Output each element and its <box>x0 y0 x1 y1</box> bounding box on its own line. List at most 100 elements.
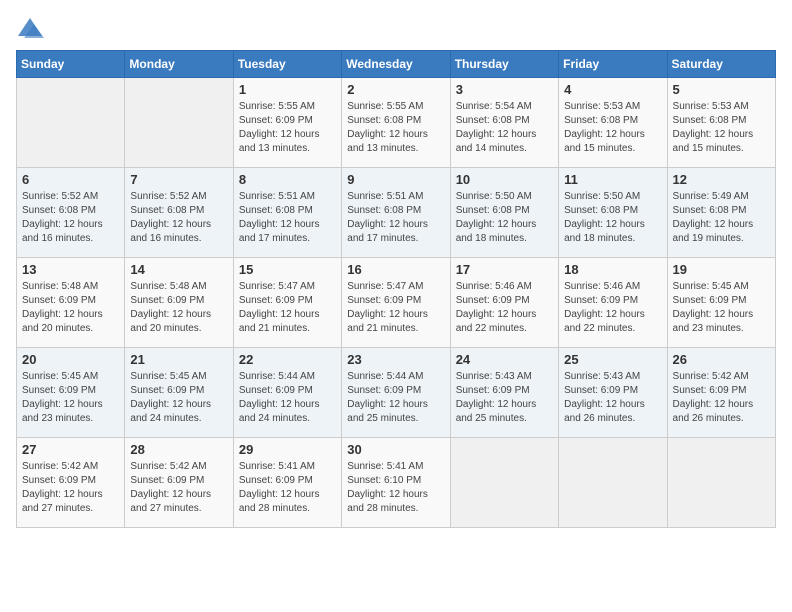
day-number: 7 <box>130 172 227 187</box>
calendar-cell: 29 Sunrise: 5:41 AMSunset: 6:09 PMDaylig… <box>233 438 341 528</box>
col-header-saturday: Saturday <box>667 51 775 78</box>
day-info: Sunrise: 5:46 AMSunset: 6:09 PMDaylight:… <box>564 280 661 336</box>
calendar-cell: 5 Sunrise: 5:53 AMSunset: 6:08 PMDayligh… <box>667 78 775 168</box>
day-number: 19 <box>673 262 770 277</box>
day-number: 24 <box>456 352 553 367</box>
header <box>16 16 776 40</box>
day-info: Sunrise: 5:51 AMSunset: 6:08 PMDaylight:… <box>347 190 444 246</box>
day-info: Sunrise: 5:42 AMSunset: 6:09 PMDaylight:… <box>130 460 227 516</box>
day-number: 27 <box>22 442 119 457</box>
day-number: 21 <box>130 352 227 367</box>
calendar-cell <box>667 438 775 528</box>
day-info: Sunrise: 5:47 AMSunset: 6:09 PMDaylight:… <box>239 280 336 336</box>
day-number: 9 <box>347 172 444 187</box>
day-number: 25 <box>564 352 661 367</box>
col-header-friday: Friday <box>559 51 667 78</box>
day-number: 18 <box>564 262 661 277</box>
day-number: 22 <box>239 352 336 367</box>
day-number: 28 <box>130 442 227 457</box>
calendar-cell: 26 Sunrise: 5:42 AMSunset: 6:09 PMDaylig… <box>667 348 775 438</box>
day-number: 12 <box>673 172 770 187</box>
day-info: Sunrise: 5:41 AMSunset: 6:09 PMDaylight:… <box>239 460 336 516</box>
day-info: Sunrise: 5:53 AMSunset: 6:08 PMDaylight:… <box>564 100 661 156</box>
day-info: Sunrise: 5:42 AMSunset: 6:09 PMDaylight:… <box>22 460 119 516</box>
day-info: Sunrise: 5:50 AMSunset: 6:08 PMDaylight:… <box>564 190 661 246</box>
day-info: Sunrise: 5:49 AMSunset: 6:08 PMDaylight:… <box>673 190 770 246</box>
logo-icon <box>16 16 44 40</box>
calendar-cell: 13 Sunrise: 5:48 AMSunset: 6:09 PMDaylig… <box>17 258 125 348</box>
day-info: Sunrise: 5:53 AMSunset: 6:08 PMDaylight:… <box>673 100 770 156</box>
day-info: Sunrise: 5:55 AMSunset: 6:09 PMDaylight:… <box>239 100 336 156</box>
calendar-cell: 20 Sunrise: 5:45 AMSunset: 6:09 PMDaylig… <box>17 348 125 438</box>
calendar-cell: 10 Sunrise: 5:50 AMSunset: 6:08 PMDaylig… <box>450 168 558 258</box>
day-info: Sunrise: 5:45 AMSunset: 6:09 PMDaylight:… <box>22 370 119 426</box>
col-header-sunday: Sunday <box>17 51 125 78</box>
calendar-cell: 19 Sunrise: 5:45 AMSunset: 6:09 PMDaylig… <box>667 258 775 348</box>
day-number: 2 <box>347 82 444 97</box>
calendar-cell: 11 Sunrise: 5:50 AMSunset: 6:08 PMDaylig… <box>559 168 667 258</box>
day-info: Sunrise: 5:43 AMSunset: 6:09 PMDaylight:… <box>564 370 661 426</box>
calendar-cell <box>17 78 125 168</box>
calendar-cell: 16 Sunrise: 5:47 AMSunset: 6:09 PMDaylig… <box>342 258 450 348</box>
calendar-cell: 18 Sunrise: 5:46 AMSunset: 6:09 PMDaylig… <box>559 258 667 348</box>
calendar-cell: 9 Sunrise: 5:51 AMSunset: 6:08 PMDayligh… <box>342 168 450 258</box>
calendar-cell: 12 Sunrise: 5:49 AMSunset: 6:08 PMDaylig… <box>667 168 775 258</box>
calendar-cell: 3 Sunrise: 5:54 AMSunset: 6:08 PMDayligh… <box>450 78 558 168</box>
calendar-cell: 28 Sunrise: 5:42 AMSunset: 6:09 PMDaylig… <box>125 438 233 528</box>
day-info: Sunrise: 5:52 AMSunset: 6:08 PMDaylight:… <box>22 190 119 246</box>
day-number: 11 <box>564 172 661 187</box>
day-info: Sunrise: 5:52 AMSunset: 6:08 PMDaylight:… <box>130 190 227 246</box>
day-info: Sunrise: 5:42 AMSunset: 6:09 PMDaylight:… <box>673 370 770 426</box>
day-number: 3 <box>456 82 553 97</box>
calendar-cell: 23 Sunrise: 5:44 AMSunset: 6:09 PMDaylig… <box>342 348 450 438</box>
day-info: Sunrise: 5:44 AMSunset: 6:09 PMDaylight:… <box>239 370 336 426</box>
day-info: Sunrise: 5:43 AMSunset: 6:09 PMDaylight:… <box>456 370 553 426</box>
calendar-cell: 30 Sunrise: 5:41 AMSunset: 6:10 PMDaylig… <box>342 438 450 528</box>
day-info: Sunrise: 5:48 AMSunset: 6:09 PMDaylight:… <box>130 280 227 336</box>
calendar-cell: 15 Sunrise: 5:47 AMSunset: 6:09 PMDaylig… <box>233 258 341 348</box>
day-number: 23 <box>347 352 444 367</box>
logo <box>16 16 48 40</box>
day-info: Sunrise: 5:54 AMSunset: 6:08 PMDaylight:… <box>456 100 553 156</box>
calendar-cell: 8 Sunrise: 5:51 AMSunset: 6:08 PMDayligh… <box>233 168 341 258</box>
col-header-monday: Monday <box>125 51 233 78</box>
calendar-table: SundayMondayTuesdayWednesdayThursdayFrid… <box>16 50 776 528</box>
calendar-cell <box>125 78 233 168</box>
day-number: 29 <box>239 442 336 457</box>
calendar-cell: 17 Sunrise: 5:46 AMSunset: 6:09 PMDaylig… <box>450 258 558 348</box>
day-number: 13 <box>22 262 119 277</box>
calendar-cell <box>559 438 667 528</box>
calendar-cell: 25 Sunrise: 5:43 AMSunset: 6:09 PMDaylig… <box>559 348 667 438</box>
day-number: 8 <box>239 172 336 187</box>
day-info: Sunrise: 5:45 AMSunset: 6:09 PMDaylight:… <box>130 370 227 426</box>
calendar-cell: 14 Sunrise: 5:48 AMSunset: 6:09 PMDaylig… <box>125 258 233 348</box>
calendar-cell: 22 Sunrise: 5:44 AMSunset: 6:09 PMDaylig… <box>233 348 341 438</box>
day-number: 10 <box>456 172 553 187</box>
calendar-cell: 6 Sunrise: 5:52 AMSunset: 6:08 PMDayligh… <box>17 168 125 258</box>
day-number: 1 <box>239 82 336 97</box>
day-info: Sunrise: 5:55 AMSunset: 6:08 PMDaylight:… <box>347 100 444 156</box>
day-info: Sunrise: 5:50 AMSunset: 6:08 PMDaylight:… <box>456 190 553 246</box>
calendar-cell: 7 Sunrise: 5:52 AMSunset: 6:08 PMDayligh… <box>125 168 233 258</box>
day-number: 20 <box>22 352 119 367</box>
day-number: 6 <box>22 172 119 187</box>
calendar-cell: 4 Sunrise: 5:53 AMSunset: 6:08 PMDayligh… <box>559 78 667 168</box>
day-info: Sunrise: 5:47 AMSunset: 6:09 PMDaylight:… <box>347 280 444 336</box>
day-info: Sunrise: 5:45 AMSunset: 6:09 PMDaylight:… <box>673 280 770 336</box>
day-number: 30 <box>347 442 444 457</box>
col-header-thursday: Thursday <box>450 51 558 78</box>
calendar-cell: 1 Sunrise: 5:55 AMSunset: 6:09 PMDayligh… <box>233 78 341 168</box>
day-number: 15 <box>239 262 336 277</box>
day-info: Sunrise: 5:51 AMSunset: 6:08 PMDaylight:… <box>239 190 336 246</box>
day-info: Sunrise: 5:41 AMSunset: 6:10 PMDaylight:… <box>347 460 444 516</box>
day-number: 26 <box>673 352 770 367</box>
calendar-cell: 27 Sunrise: 5:42 AMSunset: 6:09 PMDaylig… <box>17 438 125 528</box>
day-number: 5 <box>673 82 770 97</box>
day-number: 17 <box>456 262 553 277</box>
day-info: Sunrise: 5:48 AMSunset: 6:09 PMDaylight:… <box>22 280 119 336</box>
calendar-cell <box>450 438 558 528</box>
day-number: 14 <box>130 262 227 277</box>
calendar-cell: 24 Sunrise: 5:43 AMSunset: 6:09 PMDaylig… <box>450 348 558 438</box>
col-header-wednesday: Wednesday <box>342 51 450 78</box>
day-number: 16 <box>347 262 444 277</box>
